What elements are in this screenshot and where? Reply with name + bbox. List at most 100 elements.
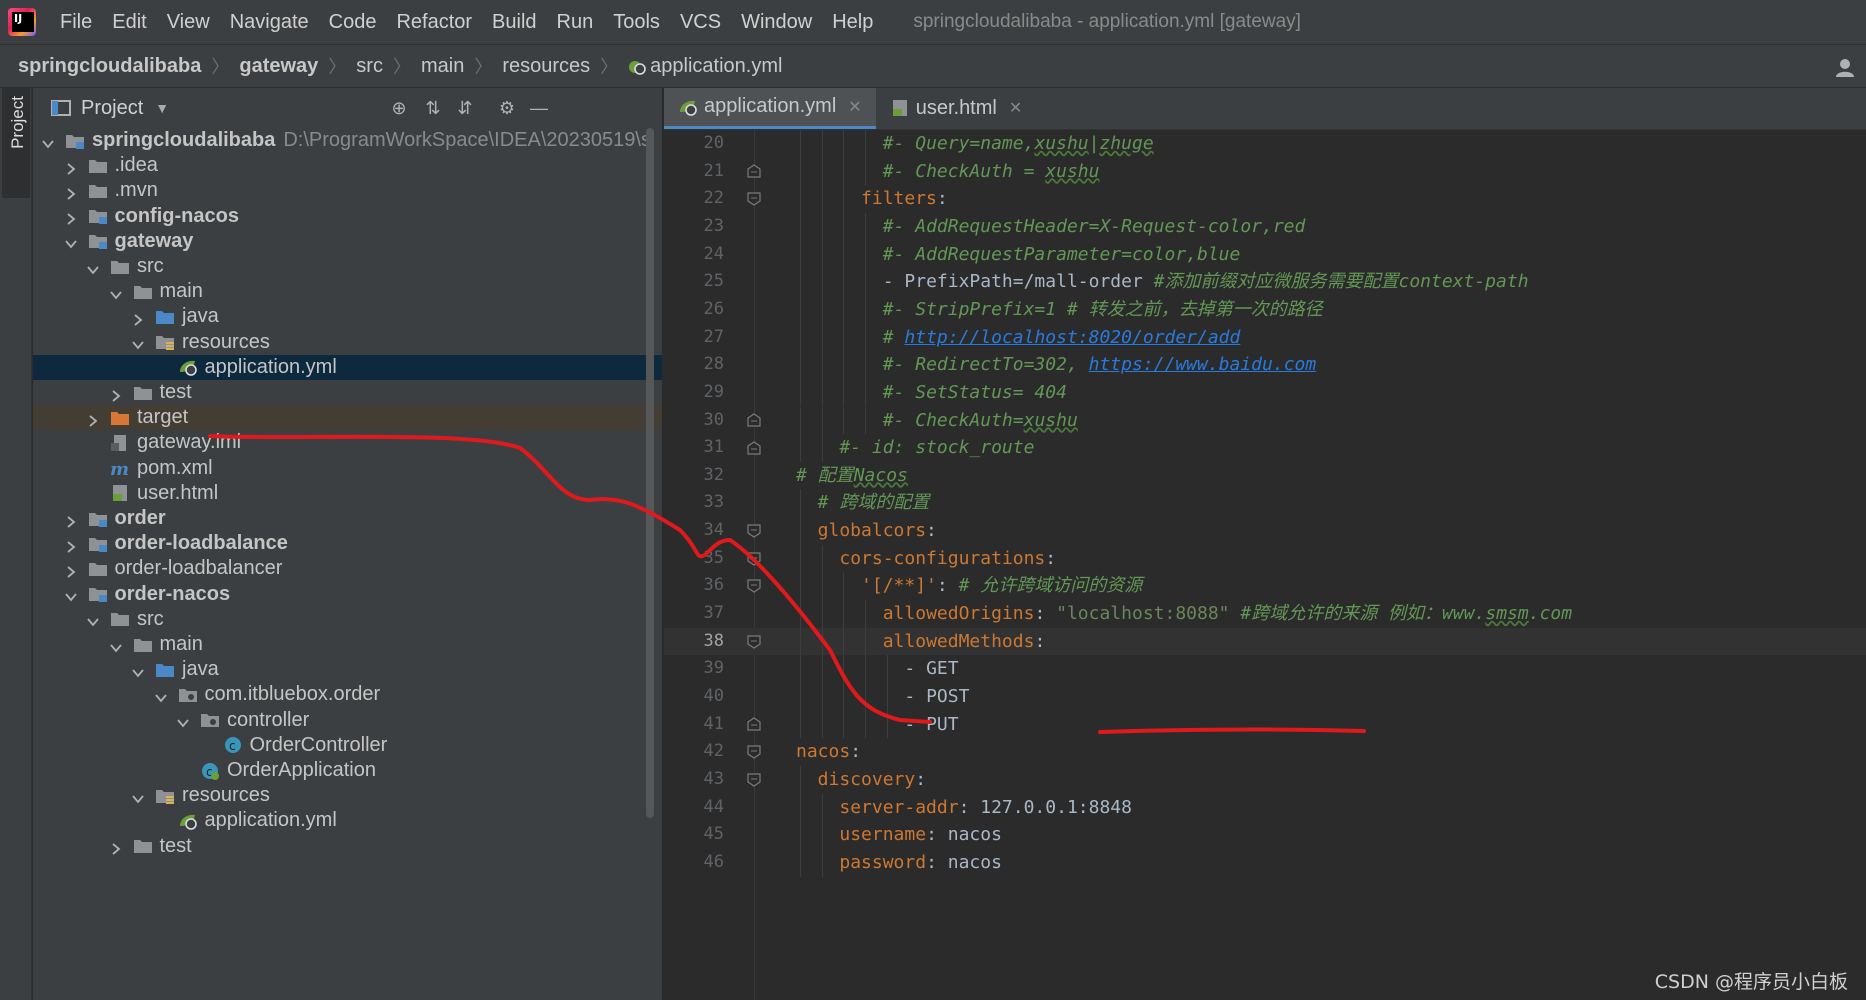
menu-view[interactable]: View [157, 0, 220, 44]
tree-item[interactable]: c OrderApplication [33, 758, 662, 783]
chevron-down-icon[interactable] [86, 260, 100, 274]
code-area[interactable]: 20 #- Query=name,xushu|zhuge 21 #- CheckAut… [664, 130, 1866, 1000]
breadcrumb-item[interactable]: gateway [239, 55, 318, 78]
fold-start-icon[interactable] [747, 579, 761, 593]
close-icon[interactable]: ✕ [848, 97, 861, 117]
fold-start-icon[interactable] [747, 634, 761, 649]
chevron-down-icon[interactable] [131, 663, 145, 678]
chevron-right-icon[interactable] [86, 411, 100, 427]
line-number: 21 [703, 160, 724, 181]
hide-panel-icon[interactable]: — [529, 98, 549, 118]
fold-start-icon[interactable] [747, 745, 761, 759]
breadcrumb-item[interactable]: src [356, 55, 383, 78]
fold-end-icon[interactable] [747, 164, 761, 179]
tree-item[interactable]: config-nacos [33, 204, 662, 229]
chevron-down-icon[interactable] [64, 587, 78, 602]
tree-item[interactable]: m pom.xml [33, 456, 662, 481]
user-icon[interactable] [1834, 57, 1856, 79]
menu-help[interactable]: Help [822, 0, 883, 44]
view-mode-dropdown-icon[interactable]: ▼ [155, 100, 169, 116]
tree-item[interactable]: order-loadbalancer [33, 556, 662, 581]
locate-file-icon[interactable]: ⊕ [389, 98, 409, 118]
chevron-right-icon[interactable] [131, 310, 145, 326]
chevron-down-icon[interactable] [86, 612, 100, 627]
menu-tools[interactable]: Tools [603, 0, 670, 44]
tree-item[interactable]: controller [33, 708, 662, 733]
breadcrumb-item[interactable]: resources [502, 55, 590, 78]
tree-item[interactable]: resources [33, 330, 662, 355]
tree-item[interactable]: test [33, 834, 662, 859]
fold-start-icon[interactable] [747, 773, 761, 787]
tree-item[interactable]: main [33, 632, 662, 657]
tree-item[interactable]: src [33, 254, 662, 279]
collapse-all-icon[interactable]: ⇵ [455, 98, 475, 118]
menu-run[interactable]: Run [547, 0, 604, 44]
chevron-down-icon[interactable] [109, 285, 123, 300]
tree-item[interactable]: main [33, 279, 662, 304]
tree-item[interactable]: application.yml [33, 808, 662, 833]
tree-item[interactable]: order-nacos [33, 582, 662, 607]
menu-vcs[interactable]: VCS [670, 0, 731, 44]
tab-user-html[interactable]: user.html ✕ [876, 88, 1037, 129]
menu-file[interactable]: File [50, 0, 102, 44]
project-tree-scrollbar[interactable] [646, 128, 654, 818]
tree-item[interactable]: java [33, 657, 662, 682]
fold-end-icon[interactable] [747, 441, 761, 455]
breadcrumb-item[interactable]: main [421, 55, 464, 78]
fold-start-icon[interactable] [747, 524, 761, 538]
chevron-right-icon[interactable] [64, 209, 78, 225]
chevron-down-icon[interactable] [176, 713, 190, 728]
breadcrumb-item[interactable]: application.yml [628, 55, 782, 78]
breadcrumb-item[interactable]: springcloudalibaba [18, 55, 201, 78]
chevron-right-icon[interactable] [64, 512, 78, 528]
tab-application-yml[interactable]: application.yml ✕ [664, 88, 876, 129]
menu-build[interactable]: Build [482, 0, 546, 44]
expand-all-icon[interactable]: ⇅ [423, 98, 443, 118]
tree-item[interactable]: com.itbluebox.order [33, 682, 662, 707]
fold-end-icon[interactable] [747, 717, 761, 732]
code-line: 22 filters: [664, 185, 1866, 213]
tree-item[interactable]: springcloudalibaba D:\ProgramWorkSpace\ID… [33, 128, 662, 153]
fold-start-icon[interactable] [747, 192, 761, 206]
tree-item[interactable]: .idea [33, 153, 662, 178]
chevron-down-icon[interactable] [131, 335, 145, 350]
tree-item[interactable]: src [33, 607, 662, 632]
chevron-right-icon[interactable] [64, 537, 78, 553]
tree-item[interactable]: application.yml [33, 354, 662, 380]
project-panel-title[interactable]: Project [81, 97, 143, 120]
tree-item[interactable]: gateway [33, 229, 662, 254]
chevron-down-icon[interactable] [64, 234, 78, 249]
close-icon[interactable]: ✕ [1009, 98, 1022, 118]
tree-item[interactable]: java [33, 304, 662, 329]
tree-item[interactable]: user.html [33, 481, 662, 506]
tree-item[interactable]: resources [33, 783, 662, 808]
tree-item[interactable]: target [33, 405, 662, 431]
svg-text:m: m [110, 459, 129, 477]
chevron-down-icon[interactable] [154, 688, 168, 703]
chevron-right-icon[interactable] [64, 184, 78, 200]
tree-item[interactable]: gateway.iml [33, 430, 662, 455]
chevron-right-icon[interactable] [109, 839, 123, 855]
chevron-down-icon[interactable] [131, 789, 145, 804]
tree-item[interactable]: c OrderController [33, 733, 662, 758]
menu-navigate[interactable]: Navigate [220, 0, 319, 44]
menu-code[interactable]: Code [319, 0, 387, 44]
fold-start-icon[interactable] [747, 551, 761, 566]
indent-guide [800, 295, 801, 324]
menu-edit[interactable]: Edit [102, 0, 156, 44]
code-text: #- id: stock_route [839, 434, 1034, 462]
tree-item[interactable]: order [33, 506, 662, 531]
chevron-right-icon[interactable] [64, 159, 78, 175]
menu-refactor[interactable]: Refactor [386, 0, 482, 44]
tree-item[interactable]: .mvn [33, 178, 662, 203]
gear-icon[interactable]: ⚙ [497, 98, 517, 118]
chevron-right-icon[interactable] [109, 386, 123, 402]
fold-end-icon[interactable] [747, 413, 761, 427]
chevron-right-icon[interactable] [64, 562, 78, 578]
menu-window[interactable]: Window [731, 0, 822, 44]
project-tool-window-button[interactable]: Project [2, 88, 30, 198]
chevron-down-icon[interactable] [109, 638, 123, 652]
tree-item[interactable]: order-loadbalance [33, 531, 662, 556]
tree-item[interactable]: test [33, 380, 662, 405]
chevron-down-icon[interactable] [41, 134, 55, 148]
